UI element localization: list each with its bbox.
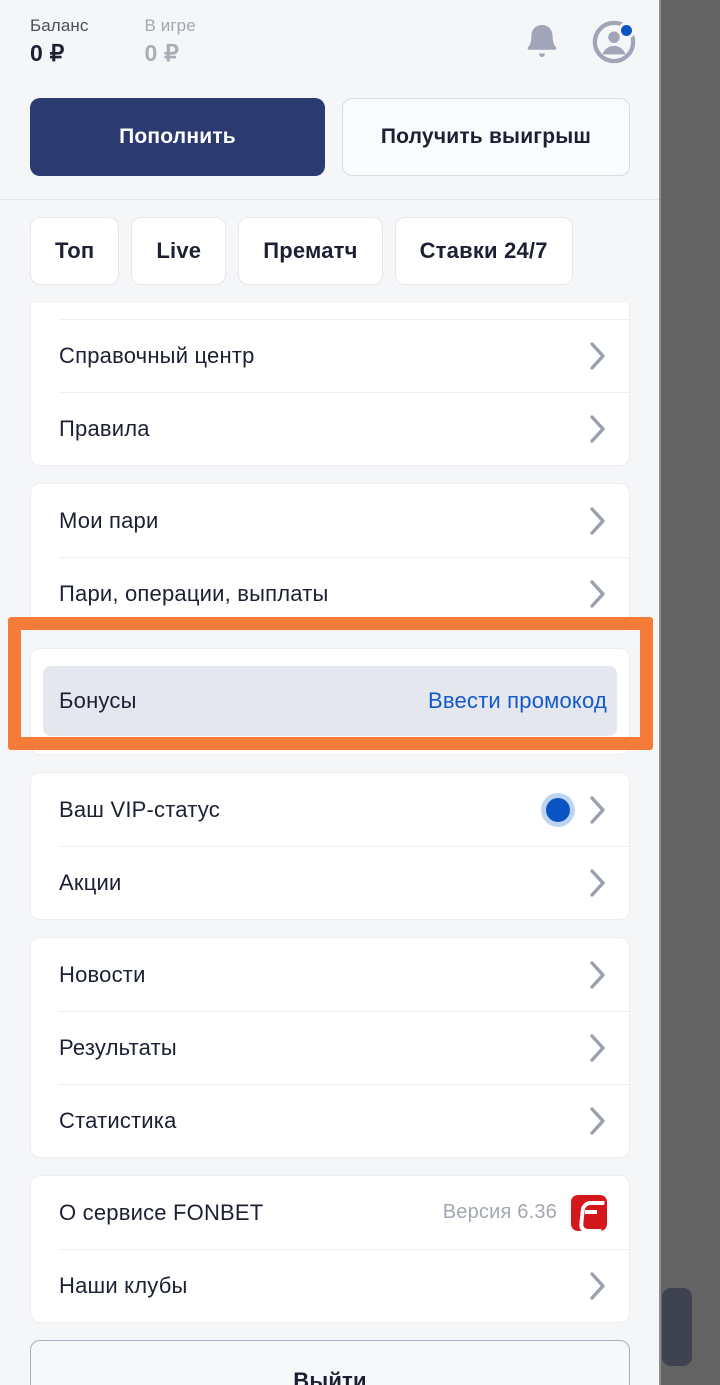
- menu-row[interactable]: Новости: [31, 938, 629, 1011]
- menu-row-trailing: [541, 792, 607, 827]
- menu-row[interactable]: О сервисе FONBET Версия 6.36: [31, 1176, 629, 1249]
- vip-status-dot: [546, 797, 570, 822]
- chevron-right-icon: [590, 579, 605, 608]
- header-icon-group: [520, 20, 636, 64]
- clipped-row-above[interactable]: [31, 303, 629, 319]
- section-tabs: Топ Live Прематч Ставки 24/7: [0, 200, 660, 303]
- menu-row[interactable]: Акции: [31, 846, 629, 919]
- chevron-right-icon: [590, 960, 605, 989]
- enter-promocode-link[interactable]: Ввести промокод: [428, 688, 607, 714]
- menu-row-trailing: [589, 960, 607, 990]
- menu-row-label: Мои пари: [59, 507, 159, 533]
- menu-row-label: Ваш VIP-статус: [59, 796, 220, 822]
- menu-row-label: Справочный центр: [59, 342, 255, 368]
- bets-group: Мои пари Пари, операции, выплаты: [30, 483, 630, 631]
- bell-icon: [527, 25, 557, 58]
- tab-4[interactable]: Ставки 24/7: [394, 217, 573, 285]
- tab-2[interactable]: Live: [131, 217, 227, 285]
- menu-row-trailing: [589, 1106, 607, 1136]
- menu-row-trailing: [589, 868, 607, 898]
- menu-row-label: Бонусы: [59, 688, 137, 713]
- chevron-right-icon: [590, 1106, 605, 1135]
- menu-list: Справочный центр Правила Мои пари Пари, опе…: [0, 303, 660, 1323]
- viewport-edge: [659, 0, 661, 1385]
- chevron-right-icon: [590, 341, 605, 370]
- menu-row[interactable]: Правила: [31, 392, 629, 465]
- menu-row[interactable]: Мои пари: [31, 484, 629, 557]
- chevron-right-icon: [590, 506, 605, 535]
- menu-row-trailing: [589, 506, 607, 536]
- chevron-right-icon: [590, 1271, 605, 1300]
- menu-row-trailing: [589, 414, 607, 444]
- menu-row-trailing: [589, 579, 607, 609]
- account-button[interactable]: [592, 20, 636, 64]
- balance-value: 0 ₽: [30, 40, 65, 66]
- chevron-right-icon: [590, 868, 605, 897]
- logout-button[interactable]: Выйти: [30, 1340, 630, 1385]
- side-betslip-tab[interactable]: [662, 1288, 692, 1366]
- menu-row-trailing: Ввести промокод: [428, 688, 607, 714]
- info-group: Новости Результаты Статистика: [30, 937, 630, 1158]
- notifications-button[interactable]: [520, 20, 564, 64]
- menu-row-label: Наши клубы: [59, 1272, 188, 1298]
- menu-row-label: Статистика: [59, 1107, 177, 1133]
- menu-row[interactable]: Пари, операции, выплаты: [31, 557, 629, 630]
- bonus-group: Бонусы Ввести промокод: [30, 648, 630, 755]
- menu-row-trailing: [589, 1271, 607, 1301]
- menu-row-label: Акции: [59, 869, 122, 895]
- menu-row[interactable]: Статистика: [31, 1084, 629, 1157]
- menu-row-trailing: [589, 341, 607, 371]
- about-group: О сервисе FONBET Версия 6.36 Наши клубы: [30, 1175, 630, 1323]
- in-game-block[interactable]: В игре 0 ₽: [144, 14, 195, 68]
- vip-group: Ваш VIP-статус Акции: [30, 772, 630, 920]
- account-header: Баланс 0 ₽ В игре 0 ₽ Пополнить Получить…: [0, 0, 660, 200]
- menu-row-label: Правила: [59, 415, 150, 441]
- menu-row-trailing: [589, 1033, 607, 1063]
- menu-row[interactable]: Наши клубы: [31, 1249, 629, 1322]
- withdraw-button[interactable]: Получить выигрыш: [342, 98, 630, 176]
- vip-status-indicator: [541, 792, 575, 827]
- tab-1[interactable]: Топ: [30, 217, 120, 285]
- balance-block[interactable]: Баланс 0 ₽: [30, 14, 88, 68]
- menu-row[interactable]: Ваш VIP-статус: [31, 773, 629, 846]
- chevron-right-icon: [590, 795, 605, 824]
- in-game-value: 0 ₽: [144, 40, 179, 66]
- deposit-button[interactable]: Пополнить: [30, 98, 325, 176]
- app-viewport: Баланс 0 ₽ В игре 0 ₽ Пополнить Получить…: [0, 0, 660, 1385]
- screen-root: Баланс 0 ₽ В игре 0 ₽ Пополнить Получить…: [0, 0, 720, 1385]
- menu-row-trailing: Версия 6.36: [442, 1194, 607, 1231]
- account-badge-dot: [618, 22, 635, 39]
- in-game-label: В игре: [144, 16, 196, 35]
- menu-row[interactable]: Бонусы Ввести промокод: [43, 666, 617, 736]
- help-group: Справочный центр Правила: [30, 303, 630, 466]
- menu-row-label: О сервисе FONBET: [59, 1199, 264, 1225]
- tab-3[interactable]: Прематч: [238, 217, 383, 285]
- chevron-right-icon: [590, 1033, 605, 1062]
- balance-label: Баланс: [30, 16, 89, 35]
- menu-row[interactable]: Справочный центр: [31, 319, 629, 392]
- account-actions: Пополнить Получить выигрыш: [0, 98, 660, 176]
- menu-row-label: Пари, операции, выплаты: [59, 580, 329, 606]
- menu-row-label: Новости: [59, 961, 146, 987]
- version-label: Версия 6.36: [442, 1201, 557, 1223]
- menu-row[interactable]: Результаты: [31, 1011, 629, 1084]
- fonbet-logo-icon: [571, 1194, 607, 1231]
- menu-row-label: Результаты: [59, 1034, 177, 1060]
- chevron-right-icon: [590, 414, 605, 443]
